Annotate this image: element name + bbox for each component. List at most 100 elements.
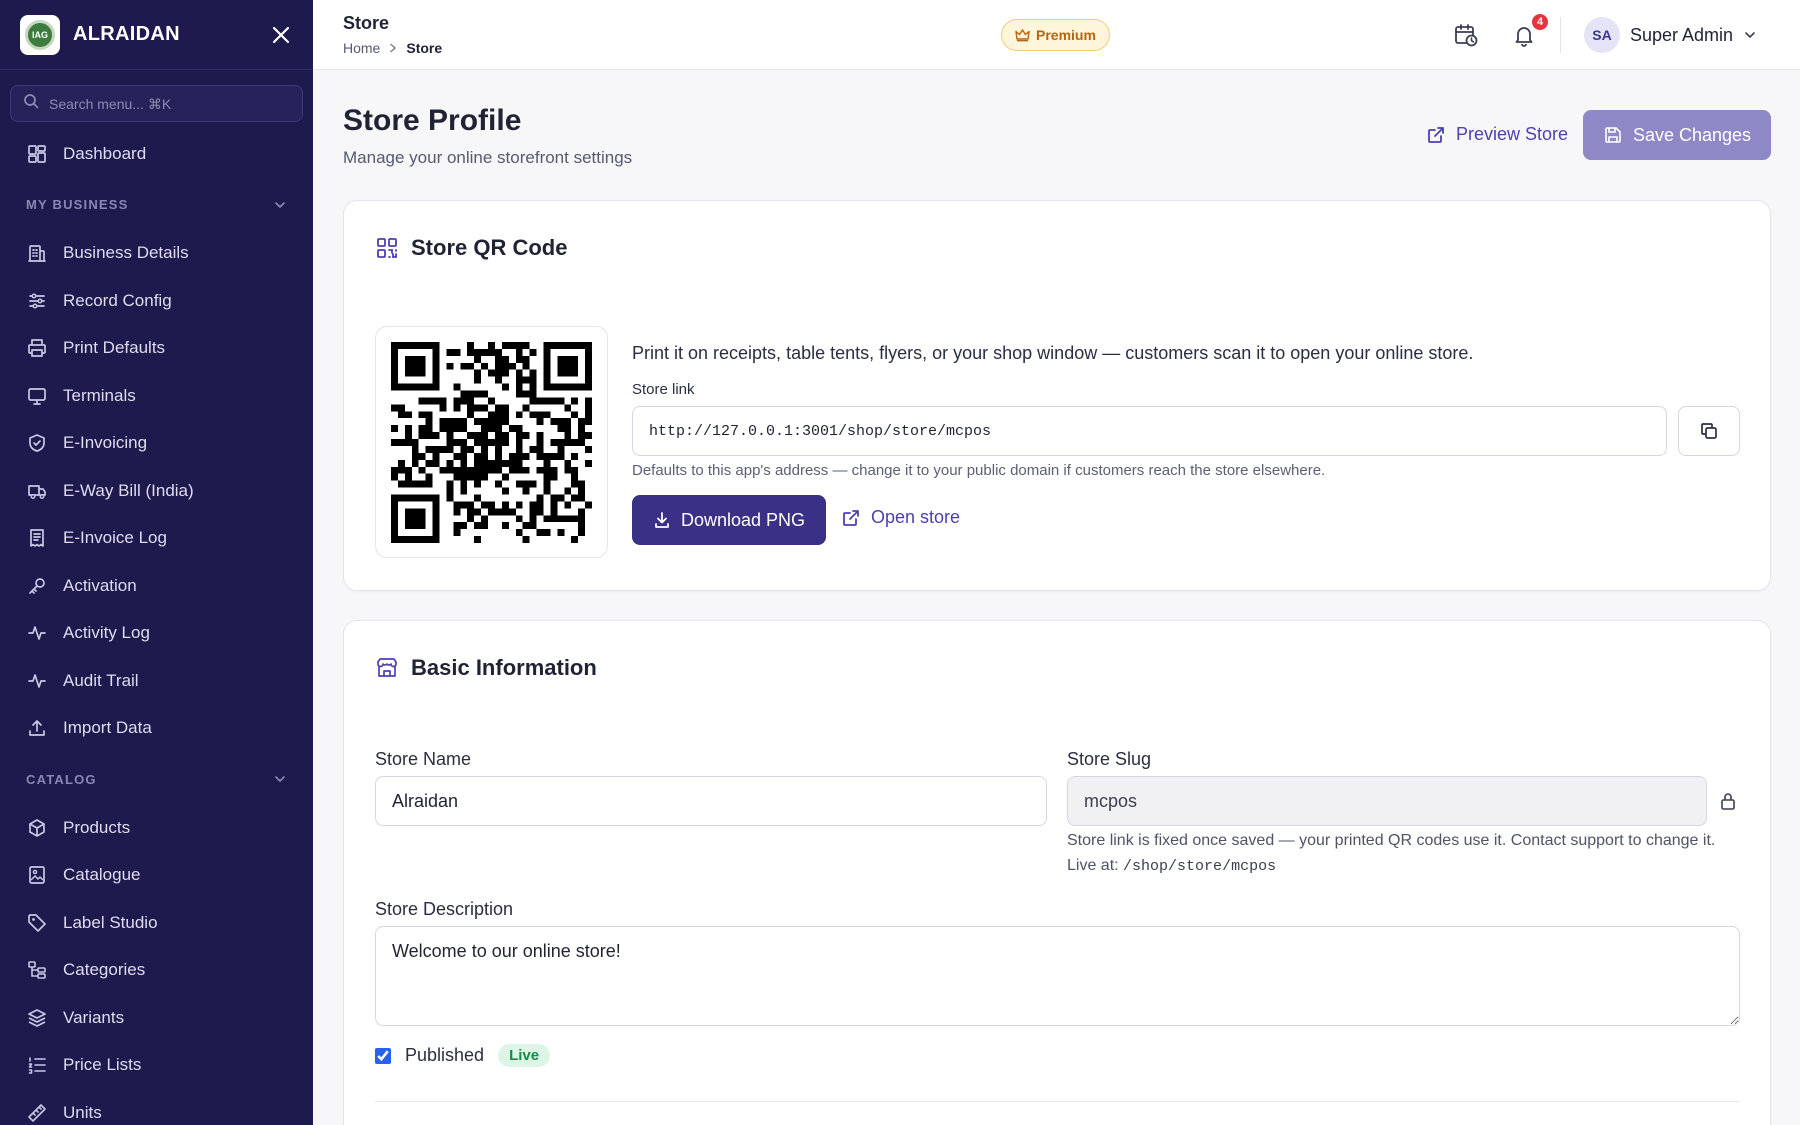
topbar-title: Store <box>343 13 390 33</box>
sidebar-section-my-business[interactable]: MY BUSINESS <box>0 180 313 230</box>
store-description-textarea[interactable] <box>375 926 1740 1026</box>
chevron-down-icon <box>1745 32 1755 39</box>
open-store-link[interactable]: Open store <box>841 507 960 528</box>
download-png-button[interactable]: Download PNG <box>632 495 826 545</box>
download-icon <box>655 512 669 528</box>
save-icon <box>1605 127 1621 143</box>
sidebar-item-units[interactable]: Units <box>0 1089 313 1125</box>
save-changes-label: Save Changes <box>1632 124 1752 145</box>
sidebar-item-catalogue[interactable]: Catalogue <box>0 852 313 900</box>
basic-information-title: Basic Information <box>375 655 597 681</box>
download-png-label: Download PNG <box>680 509 806 530</box>
divider <box>375 1101 1740 1102</box>
chevron-down-icon <box>275 776 285 783</box>
printer-icon <box>28 339 46 358</box>
store-qr-card: Store QR Code Print it on receipts, tabl… <box>343 200 1771 591</box>
sidebar-item-variants[interactable]: Variants <box>0 994 313 1042</box>
pulse-icon <box>28 673 46 688</box>
sidebar-item-activity-log[interactable]: Activity Log <box>0 610 313 658</box>
page-subtitle: Manage your online storefront settings <box>343 148 633 167</box>
live-at-path: /shop/store/mcpos <box>1123 858 1277 875</box>
sidebar-item-label: Activation <box>63 575 137 595</box>
tag-icon <box>28 913 46 932</box>
sidebar-item-e-invoice-log[interactable]: E-Invoice Log <box>0 515 313 563</box>
shield-check-icon <box>29 434 45 453</box>
sidebar-section-catalog[interactable]: CATALOG <box>0 754 313 804</box>
brand-logo: IAG <box>20 14 60 55</box>
sidebar-item-label-studio[interactable]: Label Studio <box>0 899 313 947</box>
truck-icon <box>28 484 46 499</box>
sidebar-item-label: Categories <box>63 960 146 980</box>
upload-icon <box>29 720 45 737</box>
store-link-input[interactable] <box>632 406 1667 456</box>
close-icon[interactable] <box>269 23 293 47</box>
key-icon <box>29 577 45 594</box>
layers-icon <box>28 1008 46 1027</box>
sidebar-item-business-details[interactable]: Business Details <box>0 230 313 278</box>
lock-icon <box>1718 791 1738 816</box>
sidebar-item-record-config[interactable]: Record Config <box>0 277 313 325</box>
activity-icon <box>28 626 46 641</box>
crown-icon <box>1015 29 1030 42</box>
package-icon <box>29 818 45 837</box>
live-badge: Live <box>498 1044 551 1067</box>
sidebar-item-products[interactable]: Products <box>0 804 313 852</box>
store-link-label: Store link <box>632 381 695 398</box>
sidebar-item-label: Terminals <box>63 385 136 405</box>
sidebar-item-audit-trail[interactable]: Audit Trail <box>0 657 313 705</box>
notification-count-badge: 4 <box>1530 12 1550 32</box>
store-name-label: Store Name <box>375 749 472 769</box>
published-label: Published <box>405 1045 485 1065</box>
brand-name: ALRAIDAN <box>73 23 180 45</box>
notifications-button[interactable]: 4 <box>1510 12 1550 49</box>
live-at-label: Live at: <box>1067 857 1119 874</box>
qr-description: Print it on receipts, table tents, flyer… <box>632 343 1474 363</box>
page-title: Store Profile <box>343 104 522 137</box>
sidebar-item-e-invoicing[interactable]: E-Invoicing <box>0 420 313 468</box>
user-menu[interactable]: SA Super Admin <box>1584 17 1757 53</box>
list-ordered-icon <box>28 1057 46 1075</box>
sidebar-item-label: Business Details <box>63 243 189 263</box>
sidebar-item-label: Price Lists <box>63 1055 142 1075</box>
save-changes-button[interactable]: Save Changes <box>1583 110 1771 160</box>
sidebar-search-input[interactable] <box>49 95 279 112</box>
sidebar-item-categories[interactable]: Categories <box>0 947 313 995</box>
calendar-clock-icon[interactable] <box>1452 21 1480 49</box>
user-name: Super Admin <box>1630 24 1734 45</box>
sidebar-item-label: Activity Log <box>63 623 150 643</box>
sidebar-item-print-defaults[interactable]: Print Defaults <box>0 325 313 373</box>
sidebar-section-title: MY BUSINESS <box>26 197 129 212</box>
store-slug-input <box>1067 776 1707 826</box>
store-icon <box>377 658 397 677</box>
sidebar-item-import-data[interactable]: Import Data <box>0 705 313 753</box>
published-checkbox[interactable] <box>375 1047 391 1064</box>
store-link-hint: Defaults to this app's address — change … <box>632 462 1326 479</box>
sidebar-item-label: Products <box>63 817 131 837</box>
sidebar-search[interactable] <box>10 85 303 122</box>
sidebar-item-terminals[interactable]: Terminals <box>0 372 313 420</box>
copy-link-button[interactable] <box>1678 406 1740 456</box>
sidebar-item-e-way-bill[interactable]: E-Way Bill (India) <box>0 467 313 515</box>
main-content: Store Profile Manage your online storefr… <box>313 70 1800 1125</box>
sidebar-item-label: E-Way Bill (India) <box>63 480 194 500</box>
premium-badge[interactable]: Premium <box>1001 19 1110 51</box>
breadcrumb-home[interactable]: Home <box>343 40 380 56</box>
preview-store-link[interactable]: Preview Store <box>1426 124 1568 145</box>
store-description-label: Store Description <box>375 899 514 919</box>
qr-code-graphic <box>391 341 592 543</box>
building-icon <box>28 245 46 263</box>
image-book-icon <box>29 866 45 885</box>
sidebar-item-label: Import Data <box>63 718 152 738</box>
breadcrumb-current: Store <box>406 40 443 56</box>
sidebar-item-label: Catalogue <box>63 865 141 885</box>
sidebar-item-activation[interactable]: Activation <box>0 562 313 610</box>
store-name-input[interactable] <box>375 776 1047 826</box>
card-title-text: Basic Information <box>411 655 597 680</box>
sidebar-item-dashboard[interactable]: Dashboard <box>0 130 313 178</box>
open-store-label: Open store <box>871 507 961 527</box>
breadcrumb: Home Store <box>343 40 442 56</box>
premium-label: Premium <box>1036 27 1096 43</box>
sidebar-item-price-lists[interactable]: Price Lists <box>0 1042 313 1090</box>
preview-store-label: Preview Store <box>1456 124 1569 144</box>
dashboard-icon <box>28 144 46 163</box>
